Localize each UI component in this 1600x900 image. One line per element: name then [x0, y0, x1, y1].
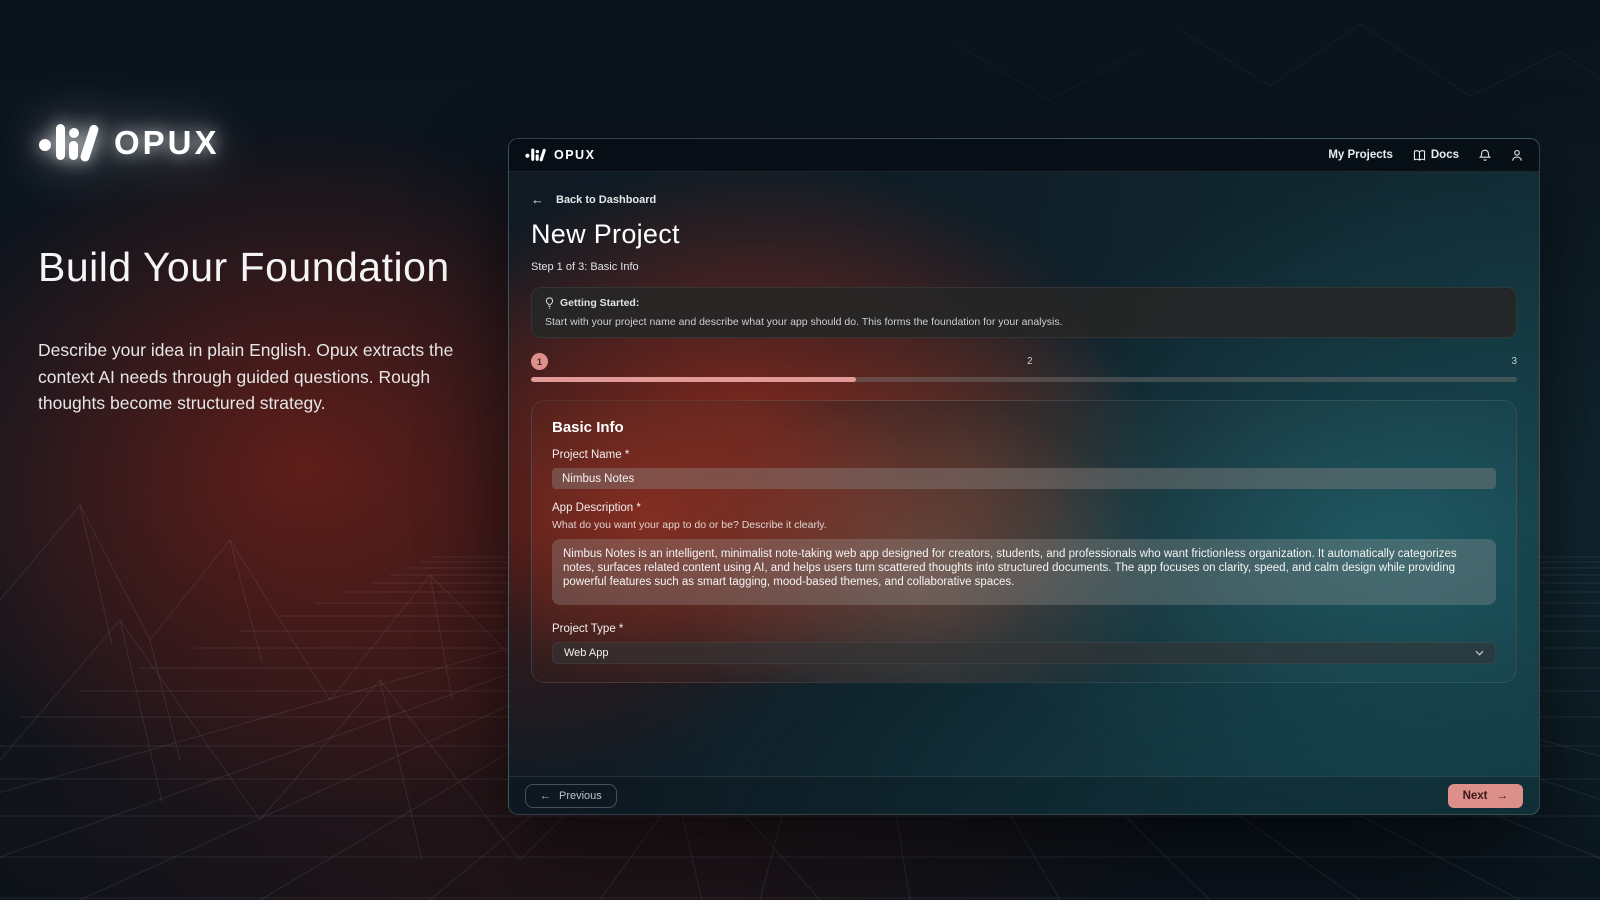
book-icon	[1413, 150, 1426, 161]
project-name-label: Project Name *	[552, 449, 1496, 461]
opux-logo-text: OPUX	[114, 124, 220, 162]
step-2-indicator[interactable]: 2	[1027, 356, 1033, 367]
step-3-indicator[interactable]: 3	[1511, 356, 1517, 367]
notifications-button[interactable]	[1479, 149, 1491, 162]
hero-headline: Build Your Foundation	[38, 244, 478, 291]
step-progress-label: Step 1 of 3: Basic Info	[531, 261, 1517, 273]
basic-info-card: Basic Info Project Name * App Descriptio…	[531, 400, 1517, 683]
step-indicator: 1 2 3	[531, 353, 1517, 370]
next-button[interactable]: Next →	[1448, 784, 1523, 808]
app-topbar: OPUX My Projects Docs	[509, 139, 1539, 172]
getting-started-hint: Getting Started: Start with your project…	[531, 287, 1517, 338]
progress-track	[531, 377, 1517, 382]
progress-fill	[531, 377, 856, 382]
back-to-dashboard-label: Back to Dashboard	[556, 194, 656, 206]
opux-logo-mark-small	[525, 147, 547, 163]
opux-logo: OPUX	[38, 120, 478, 166]
chevron-down-icon	[1475, 650, 1484, 656]
hero-panel: OPUX Build Your Foundation Describe your…	[38, 120, 478, 417]
lightbulb-icon	[545, 297, 554, 309]
arrow-right-icon: →	[1497, 790, 1509, 802]
app-window: OPUX My Projects Docs	[508, 138, 1540, 815]
project-type-value: Web App	[564, 647, 608, 659]
step-1-indicator[interactable]: 1	[531, 353, 548, 370]
project-type-label: Project Type *	[552, 623, 1496, 635]
project-name-input[interactable]	[552, 468, 1496, 489]
wizard-footer: ← Previous Next →	[509, 776, 1539, 814]
card-title: Basic Info	[552, 419, 1496, 436]
app-description-helper: What do you want your app to do or be? D…	[552, 519, 1496, 531]
nav-docs-label: Docs	[1431, 149, 1459, 161]
hint-title-row: Getting Started:	[545, 297, 1503, 309]
app-description-label: App Description *	[552, 502, 1496, 514]
nav-docs[interactable]: Docs	[1413, 149, 1459, 161]
previous-button[interactable]: ← Previous	[525, 784, 617, 808]
arrow-left-icon: ←	[540, 790, 551, 802]
account-button[interactable]	[1511, 149, 1523, 162]
page-title: New Project	[531, 219, 1517, 250]
arrow-left-icon: ←	[531, 192, 544, 207]
app-description-textarea[interactable]: Nimbus Notes is an intelligent, minimali…	[552, 539, 1496, 605]
nav-my-projects[interactable]: My Projects	[1328, 149, 1393, 161]
opux-logo-mark	[38, 120, 102, 166]
hero-description: Describe your idea in plain English. Opu…	[38, 337, 470, 417]
project-type-select[interactable]: Web App	[552, 642, 1496, 664]
hint-body: Start with your project name and describ…	[545, 316, 1503, 328]
topbar-brand[interactable]: OPUX	[525, 147, 595, 163]
topbar-nav: My Projects Docs	[1328, 149, 1523, 162]
hint-title: Getting Started:	[560, 297, 639, 309]
back-to-dashboard-link[interactable]: ← Back to Dashboard	[531, 192, 656, 207]
next-button-label: Next	[1463, 790, 1488, 802]
bell-icon	[1479, 149, 1491, 162]
previous-button-label: Previous	[559, 790, 602, 802]
user-icon	[1511, 149, 1523, 162]
window-content: ← Back to Dashboard New Project Step 1 o…	[509, 172, 1539, 683]
topbar-brand-text: OPUX	[554, 148, 595, 162]
